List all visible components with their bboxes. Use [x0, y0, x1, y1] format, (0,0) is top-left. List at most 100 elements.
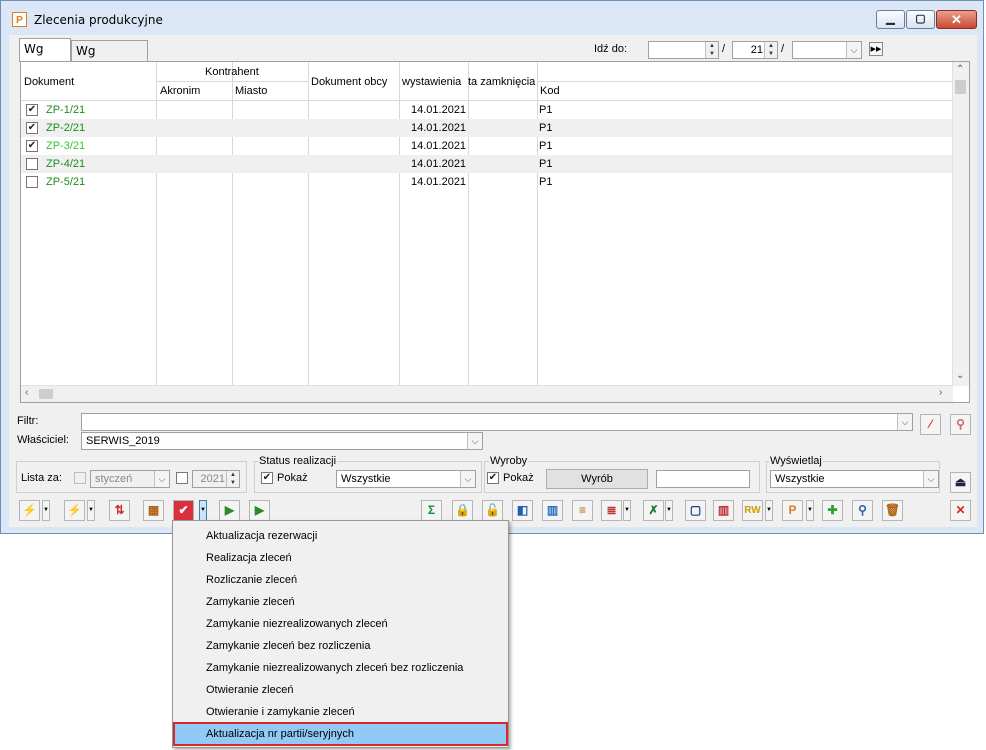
vertical-scrollbar[interactable]: ⌃ ⌄ — [952, 62, 969, 386]
spin-arrows-icon[interactable]: ▲ ▼ — [705, 42, 718, 58]
calendar-button[interactable]: ▦ — [143, 500, 164, 521]
table-row[interactable]: ✔ ZP-2/21 14.01.2021 P1 — [21, 119, 953, 137]
spin-arrows-icon[interactable]: ▲ ▼ — [764, 42, 777, 58]
menu-item-zamykanie-zlecen[interactable]: Zamykanie zleceń — [174, 591, 507, 613]
wyswietlaj-select[interactable]: Wszystkie ⌵ — [770, 470, 939, 488]
menu-item-zamykanie-niezrealizowanych-bez-rozliczenia[interactable]: Zamykanie niezrealizowanych zleceń bez r… — [174, 657, 507, 679]
lista-month-select[interactable]: styczeń ⌵ — [90, 470, 170, 488]
row-checkbox[interactable]: ✔ — [26, 104, 38, 116]
menu-item-aktualizacja-nr-partii[interactable]: Aktualizacja nr partii/seryjnych — [173, 722, 508, 746]
search-button[interactable]: ⚲ — [852, 500, 873, 521]
rw-dropdown[interactable]: ▼ — [765, 500, 773, 521]
scroll-thumb[interactable] — [955, 80, 966, 94]
lista-month-checkbox[interactable] — [74, 472, 86, 484]
close-orders-button[interactable]: ✔ — [173, 500, 194, 521]
excel-dropdown[interactable]: ▼ — [665, 500, 673, 521]
filter-wizard-button[interactable]: ⚲ — [950, 414, 971, 435]
tab-wg-daty[interactable]: Wg daty — [19, 38, 71, 76]
scroll-thumb[interactable] — [39, 389, 53, 399]
tree-button[interactable]: ≣ — [601, 500, 622, 521]
lightning-orange-button[interactable]: ⚡ — [19, 500, 40, 521]
rw-button[interactable]: RW — [742, 500, 763, 521]
scroll-right-icon[interactable]: › — [939, 387, 942, 398]
list-button[interactable]: ≡ — [572, 500, 593, 521]
unlock-button[interactable]: 🔓 — [482, 500, 503, 521]
p-button[interactable]: P — [782, 500, 803, 521]
lock-button[interactable]: 🔒 — [452, 500, 473, 521]
collapse-panel-button[interactable]: ⏏ — [950, 472, 971, 493]
chart-button[interactable]: ▥ — [542, 500, 563, 521]
add-button[interactable]: ✚ — [822, 500, 843, 521]
trash-button[interactable]: 🗑 — [882, 500, 903, 521]
row-document: ZP-2/21 — [46, 122, 86, 134]
menu-item-otwieranie-zlecen[interactable]: Otwieranie zleceń — [174, 679, 507, 701]
import-button[interactable]: ▶ — [219, 500, 240, 521]
header-miasto[interactable]: Miasto — [235, 85, 267, 97]
eject-up-icon: ⏏ — [954, 475, 967, 489]
horizontal-scrollbar[interactable]: ‹ › — [21, 385, 953, 402]
filter-clear-button[interactable]: ⁄ — [920, 414, 941, 435]
maximize-button[interactable]: ▢ — [906, 10, 935, 29]
lista-year-checkbox[interactable] — [176, 472, 188, 484]
goto-day-input[interactable]: ▲ ▼ — [648, 41, 719, 59]
export-button[interactable]: ▶ — [249, 500, 270, 521]
table-row[interactable]: ✔ ZP-1/21 14.01.2021 P1 — [21, 101, 953, 119]
sum-icon: Σ — [427, 503, 436, 517]
menu-item-zamykanie-niezrealizowanych[interactable]: Zamykanie niezrealizowanych zleceń — [174, 613, 507, 635]
header-dokument[interactable]: Dokument — [24, 76, 74, 88]
lightning-green-dropdown[interactable]: ▼ — [87, 500, 95, 521]
table-row[interactable]: ✔ ZP-3/21 14.01.2021 P1 — [21, 137, 953, 155]
sum-button[interactable]: Σ — [421, 500, 442, 521]
row-document: ZP-3/21 — [46, 140, 86, 152]
document-button[interactable]: ◧ — [512, 500, 533, 521]
header-dokument-obcy[interactable]: Dokument obcy — [311, 76, 387, 88]
status-show-checkbox[interactable]: ✔ — [261, 472, 273, 484]
excel-button[interactable]: ✗ — [643, 500, 664, 521]
row-checkbox[interactable]: ✔ — [26, 122, 38, 134]
goto-year-select[interactable]: ⌵ — [792, 41, 862, 59]
tab-wg-operatora[interactable]: Wg operatora — [71, 40, 148, 78]
minimize-button[interactable]: ▁ — [876, 10, 905, 29]
chevron-down-icon[interactable]: ⌵ — [897, 414, 912, 430]
header-data-zamkniecia[interactable]: ta zamknięcia — [468, 76, 535, 88]
scroll-down-icon[interactable]: ⌄ — [956, 370, 964, 381]
status-select[interactable]: Wszystkie ⌵ — [336, 470, 476, 488]
menu-item-zamykanie-bez-rozliczenia[interactable]: Zamykanie zleceń bez rozliczenia — [174, 635, 507, 657]
scroll-up-icon[interactable]: ⌃ — [956, 64, 964, 75]
filter-input[interactable]: ⌵ — [81, 413, 913, 431]
books-button[interactable]: ▥ — [713, 500, 734, 521]
header-akronim[interactable]: Akronim — [160, 85, 200, 97]
header-kod[interactable]: Kod — [540, 85, 560, 97]
wyroby-show-checkbox[interactable]: ✔ — [487, 472, 499, 484]
goto-fast-forward-button[interactable]: ▶▶ — [869, 42, 883, 56]
lock-icon: 🔒 — [455, 503, 470, 517]
delete-button[interactable]: ✕ — [950, 500, 971, 521]
spin-arrows-icon[interactable]: ▲ ▼ — [226, 471, 239, 487]
menu-item-aktualizacja-rezerwacji[interactable]: Aktualizacja rezerwacji — [174, 525, 507, 547]
lightning-green-button[interactable]: ⚡ — [64, 500, 85, 521]
wyrob-input[interactable] — [656, 470, 750, 488]
menu-item-otwieranie-i-zamykanie[interactable]: Otwieranie i zamykanie zleceń — [174, 701, 507, 723]
owner-select[interactable]: SERWIS_2019 ⌵ — [81, 432, 483, 450]
scroll-left-icon[interactable]: ‹ — [25, 387, 28, 398]
filter-clear-icon: ⁄ — [929, 417, 932, 431]
goto-month-input[interactable]: 21 ▲ ▼ — [732, 41, 778, 59]
p-dropdown[interactable]: ▼ — [806, 500, 814, 521]
table-row[interactable]: ZP-5/21 14.01.2021 P1 — [21, 173, 953, 191]
header-data-wystawienia[interactable]: wystawienia — [402, 76, 461, 88]
wyrob-button[interactable]: Wyrób — [546, 469, 648, 489]
lista-year-input[interactable]: 2021 ▲ ▼ — [192, 470, 240, 488]
row-checkbox[interactable]: ✔ — [26, 140, 38, 152]
chevron-down-icon: ⌵ — [846, 42, 861, 58]
row-checkbox[interactable] — [26, 158, 38, 170]
tree-dropdown[interactable]: ▼ — [623, 500, 631, 521]
sort-button[interactable]: ⇅ — [109, 500, 130, 521]
menu-item-rozliczanie-zlecen[interactable]: Rozliczanie zleceń — [174, 569, 507, 591]
close-window-button[interactable]: ✕ — [936, 10, 977, 29]
table-row[interactable]: ZP-4/21 14.01.2021 P1 — [21, 155, 953, 173]
lightning-orange-dropdown[interactable]: ▼ — [42, 500, 50, 521]
page-button[interactable]: ▢ — [685, 500, 706, 521]
menu-item-realizacja-zlecen[interactable]: Realizacja zleceń — [174, 547, 507, 569]
close-orders-dropdown[interactable]: ▼ — [199, 500, 207, 521]
row-checkbox[interactable] — [26, 176, 38, 188]
